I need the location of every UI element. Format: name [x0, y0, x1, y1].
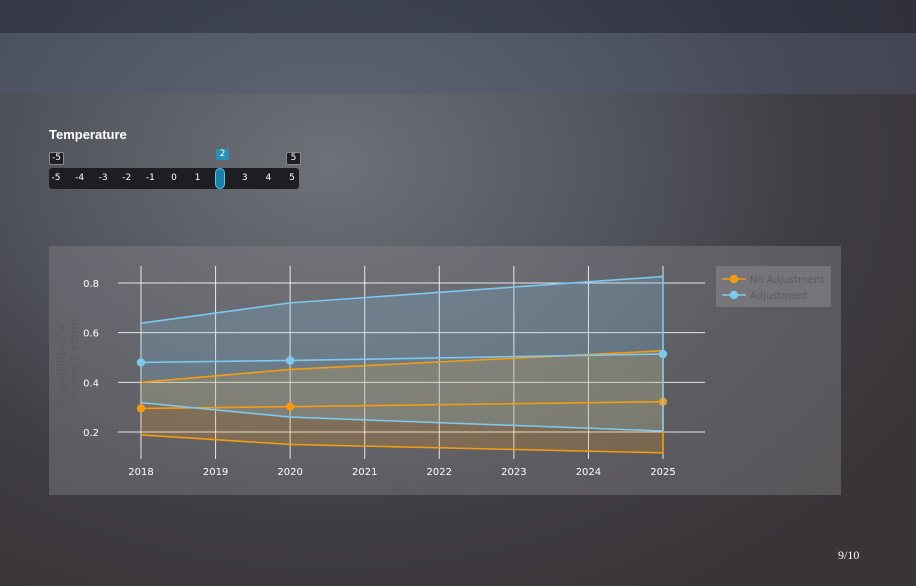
- x-tick-label: 2025: [650, 467, 675, 478]
- y-axis-title-line: category 5 storm: [68, 319, 81, 413]
- legend-marker: [729, 274, 739, 284]
- x-axis-title: Year: [388, 483, 413, 496]
- x-tick-label: 2021: [352, 467, 377, 478]
- y-axis-title-line: Probability of a: [55, 325, 68, 407]
- page-number: 9/10: [838, 548, 860, 562]
- x-tick-label: 2024: [576, 467, 601, 478]
- x-tick-label: 2018: [128, 467, 153, 478]
- y-tick-label: 0.2: [83, 428, 99, 439]
- y-tick-label: 0.4: [83, 378, 99, 389]
- y-axis-title: Probability of acategory 5 storm: [55, 319, 81, 413]
- y-tick-label: 0.8: [83, 279, 99, 290]
- probability-chart: 2018 2019 2020 2021 2022 2023 2024 2025 0.2 0.4 0.…: [55, 266, 831, 496]
- x-tick-label: 2020: [277, 467, 302, 478]
- data-point: [136, 358, 146, 367]
- legend-label: Adjustment: [750, 291, 807, 302]
- y-tick-label: 0.6: [83, 329, 99, 340]
- data-point: [658, 349, 668, 359]
- legend-label: No Adjustment: [750, 275, 824, 286]
- data-point: [136, 404, 146, 413]
- x-tick-label: 2019: [203, 467, 228, 478]
- x-tick-label: 2022: [427, 467, 452, 478]
- data-point: [285, 356, 295, 365]
- legend-marker: [729, 290, 739, 300]
- data-point: [285, 402, 295, 411]
- x-tick-label: 2023: [501, 467, 526, 478]
